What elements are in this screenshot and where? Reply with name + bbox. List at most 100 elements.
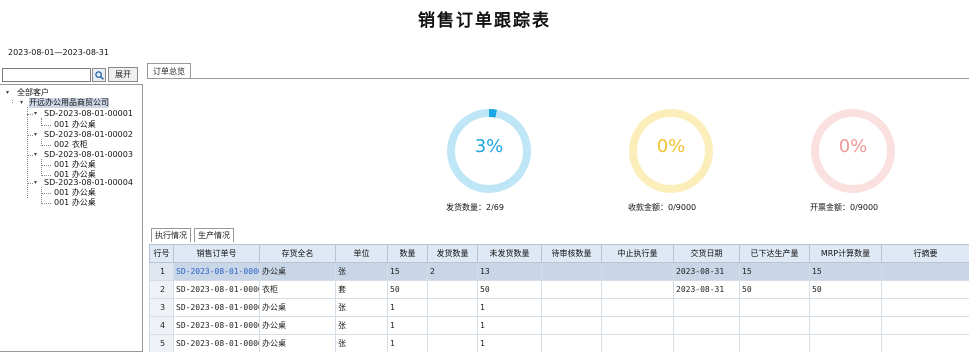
table-cell[interactable]: 1 xyxy=(477,316,542,335)
tab-order-overview[interactable]: 订单总览 xyxy=(147,63,191,79)
table-cell[interactable] xyxy=(673,334,740,352)
table-cell[interactable]: SD-2023-08-01-00003 xyxy=(173,316,260,335)
tree-node-item[interactable]: 002 衣柜 xyxy=(54,140,88,150)
table-cell[interactable] xyxy=(881,280,969,299)
search-button[interactable] xyxy=(92,68,106,82)
table-cell[interactable]: 15 xyxy=(387,262,428,281)
table-cell[interactable] xyxy=(601,262,674,281)
tree-node-order[interactable]: SD-2023-08-01-00004 xyxy=(44,178,133,188)
table-cell[interactable] xyxy=(739,316,810,335)
table-cell[interactable]: 1 xyxy=(387,298,428,317)
column-header[interactable]: 存货全名 xyxy=(259,244,336,263)
table-cell[interactable] xyxy=(601,316,674,335)
table-cell[interactable]: 15 xyxy=(739,262,810,281)
tree-node-customer[interactable]: 开远办公用品商贸公司 xyxy=(29,98,109,108)
column-header[interactable]: 单位 xyxy=(335,244,388,263)
collapse-icon[interactable]: ▾ xyxy=(34,111,40,117)
table-cell[interactable]: 50 xyxy=(739,280,810,299)
table-cell[interactable]: 办公桌 xyxy=(259,298,336,317)
table-cell[interactable]: 张 xyxy=(335,316,388,335)
search-input[interactable] xyxy=(2,68,91,82)
column-header[interactable]: 已下达生产量 xyxy=(739,244,810,263)
column-header[interactable]: MRP计算数量 xyxy=(809,244,882,263)
table-cell[interactable]: 办公桌 xyxy=(259,262,336,281)
table-cell[interactable]: 张 xyxy=(335,262,388,281)
collapse-icon[interactable]: ▾ xyxy=(34,180,40,186)
table-cell[interactable] xyxy=(427,280,478,299)
table-cell[interactable]: 13 xyxy=(477,262,542,281)
table-cell[interactable]: 15 xyxy=(809,262,882,281)
tree-node-item[interactable]: 001 办公桌 xyxy=(54,120,96,130)
column-header[interactable]: 待审核数量 xyxy=(541,244,602,263)
table-cell[interactable] xyxy=(541,298,602,317)
table-cell[interactable] xyxy=(427,334,478,352)
table-cell[interactable]: 50 xyxy=(477,280,542,299)
table-cell[interactable] xyxy=(739,298,810,317)
table-cell[interactable]: 1 xyxy=(477,334,542,352)
table-cell[interactable] xyxy=(601,280,674,299)
table-cell[interactable]: 50 xyxy=(809,280,882,299)
table-cell[interactable] xyxy=(541,280,602,299)
table-cell[interactable]: 张 xyxy=(335,334,388,352)
table-cell[interactable]: SD-2023-08-01-00003 xyxy=(173,298,260,317)
column-header[interactable]: 行摘要 xyxy=(881,244,969,263)
column-header[interactable]: 未发货数量 xyxy=(477,244,542,263)
table-cell[interactable] xyxy=(541,316,602,335)
table-cell[interactable]: 1 xyxy=(477,298,542,317)
table-cell[interactable]: 1 xyxy=(387,316,428,335)
table-cell[interactable]: 套 xyxy=(335,280,388,299)
expand-button[interactable]: 展开 xyxy=(108,67,138,82)
column-header[interactable]: 发货数量 xyxy=(427,244,478,263)
table-row[interactable]: 1 SD-2023-08-01-00001 办公桌张 15 2 13 2023-08-31 1… xyxy=(149,262,969,281)
column-header[interactable]: 交货日期 xyxy=(673,244,740,263)
table-row[interactable]: 5 SD-2023-08-01-00004 办公桌张 1 1 xyxy=(149,334,969,352)
table-cell[interactable] xyxy=(601,334,674,352)
tab-production[interactable]: 生产情况 xyxy=(194,228,234,242)
table-cell[interactable] xyxy=(601,298,674,317)
table-cell[interactable] xyxy=(809,316,882,335)
tree-node-order[interactable]: SD-2023-08-01-00003 xyxy=(44,150,133,160)
table-cell[interactable] xyxy=(427,316,478,335)
table-cell[interactable]: 衣柜 xyxy=(259,280,336,299)
collapse-icon[interactable]: ▾ xyxy=(34,152,40,158)
column-header[interactable]: 中止执行量 xyxy=(601,244,674,263)
table-cell[interactable] xyxy=(541,262,602,281)
collapse-icon[interactable]: ▾ xyxy=(6,90,12,96)
table-cell[interactable]: 办公桌 xyxy=(259,334,336,352)
table-row[interactable]: 3 SD-2023-08-01-00003 办公桌张 1 1 xyxy=(149,298,969,317)
table-cell[interactable] xyxy=(541,334,602,352)
table-cell[interactable]: 2023-08-31 xyxy=(673,280,740,299)
table-row[interactable]: 4 SD-2023-08-01-00003 办公桌张 1 1 xyxy=(149,316,969,335)
column-header[interactable]: 行号 xyxy=(149,244,174,263)
table-cell[interactable]: SD-2023-08-01-00004 xyxy=(173,334,260,352)
table-cell[interactable] xyxy=(881,262,969,281)
table-row[interactable]: 2 SD-2023-08-01-00002 衣柜套 50 50 2023-08-31 50 5… xyxy=(149,280,969,299)
table-cell[interactable]: 2023-08-31 xyxy=(673,262,740,281)
table-cell[interactable]: 50 xyxy=(387,280,428,299)
table-cell[interactable]: 1 xyxy=(387,334,428,352)
table-cell[interactable]: SD-2023-08-01-00002 xyxy=(173,280,260,299)
tree-node-item[interactable]: 001 办公桌 xyxy=(54,160,96,170)
table-cell[interactable] xyxy=(881,298,969,317)
tree-node-all-customers[interactable]: 全部客户 xyxy=(17,88,49,98)
tab-execution[interactable]: 执行情况 xyxy=(151,228,191,242)
collapse-icon[interactable]: ▾ xyxy=(20,100,26,106)
tree-node-order[interactable]: SD-2023-08-01-00002 xyxy=(44,130,133,140)
tree-node-order[interactable]: SD-2023-08-01-00001 xyxy=(44,109,133,119)
table-cell[interactable] xyxy=(881,334,969,352)
table-cell[interactable] xyxy=(673,298,740,317)
table-cell[interactable]: 办公桌 xyxy=(259,316,336,335)
column-header[interactable]: 数量 xyxy=(387,244,428,263)
table-cell[interactable] xyxy=(673,316,740,335)
table-cell[interactable] xyxy=(739,334,810,352)
table-cell[interactable]: 张 xyxy=(335,298,388,317)
table-cell[interactable] xyxy=(809,298,882,317)
table-cell[interactable] xyxy=(427,298,478,317)
collapse-icon[interactable]: ▾ xyxy=(34,132,40,138)
column-header[interactable]: 销售订单号 xyxy=(173,244,260,263)
tree-node-item[interactable]: 001 办公桌 xyxy=(54,188,96,198)
tree-node-item[interactable]: 001 办公桌 xyxy=(54,198,96,208)
table-cell[interactable] xyxy=(809,334,882,352)
table-cell[interactable]: 2 xyxy=(427,262,478,281)
table-cell[interactable]: SD-2023-08-01-00001 xyxy=(173,262,260,281)
